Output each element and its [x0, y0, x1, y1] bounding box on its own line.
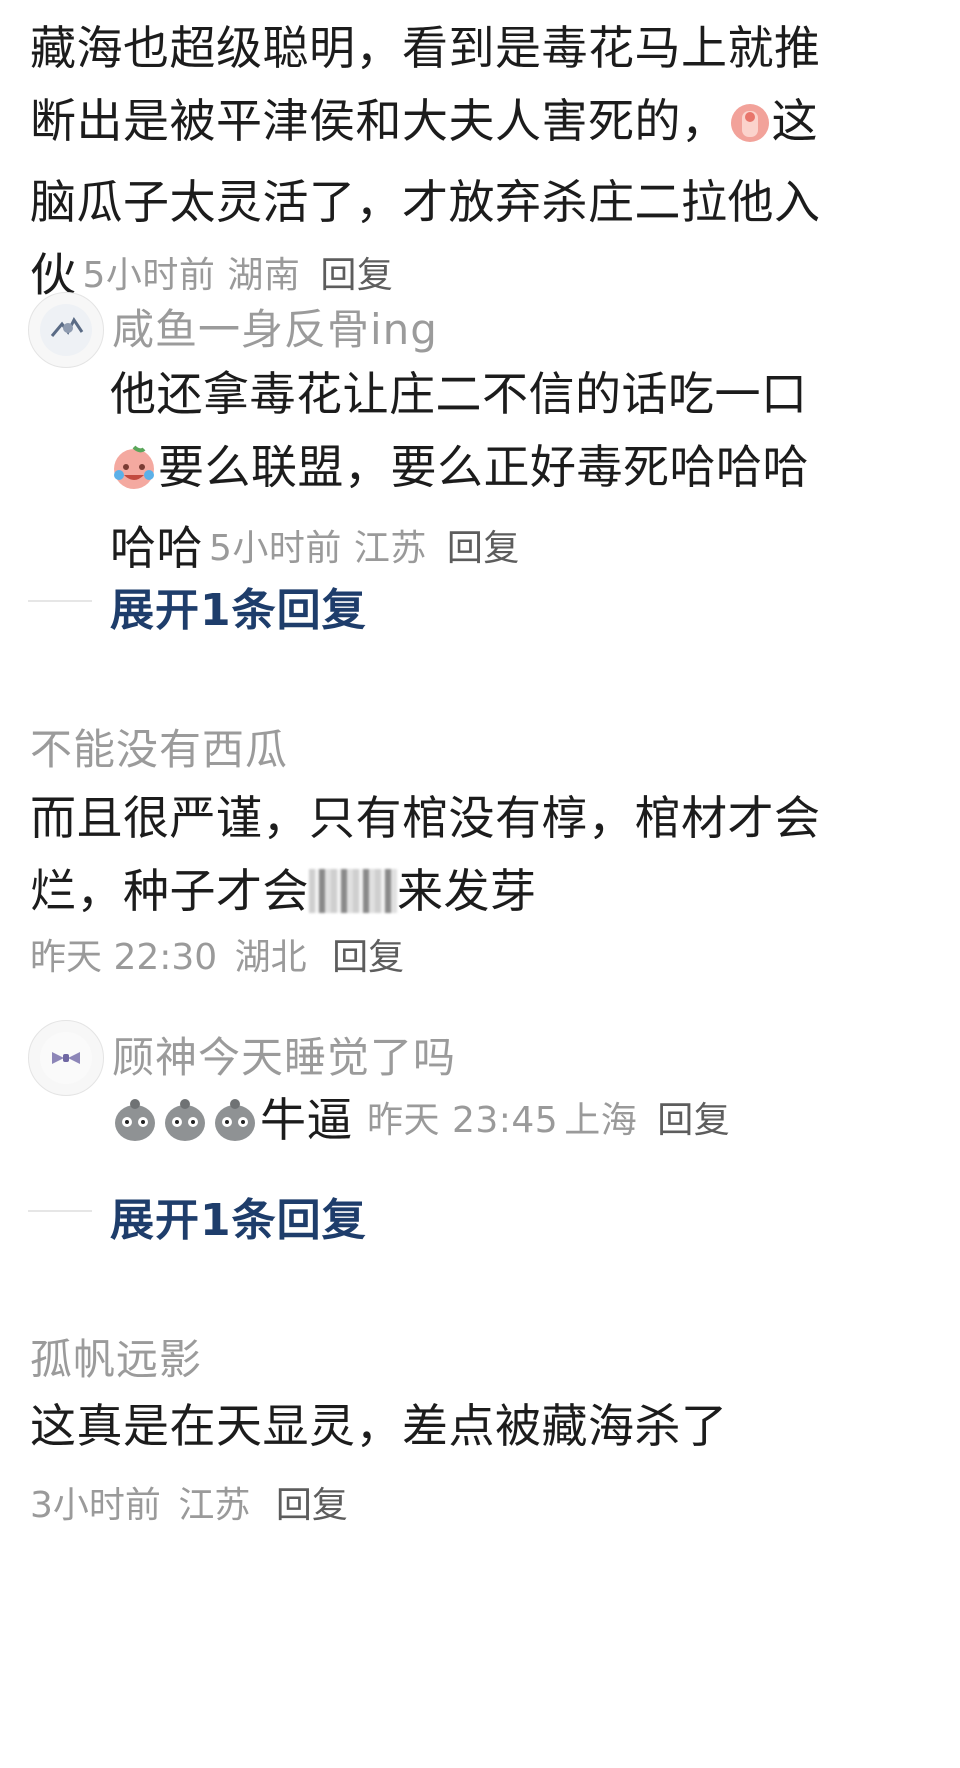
comment-3-text: 这真是在天显灵，差点被藏海杀了 — [30, 1399, 728, 1453]
comment-3-location: 江苏 — [178, 1485, 251, 1526]
bow-avatar-icon — [40, 1032, 92, 1084]
reply-2-username[interactable]: 顾神今天睡觉了吗 — [112, 1024, 456, 1085]
divider — [28, 600, 92, 602]
comment-3-reply-button[interactable]: 回复 — [276, 1485, 348, 1526]
reply-2-text: 牛逼 昨天 23:45 上海 回复 — [110, 1084, 930, 1165]
redacted-text — [309, 869, 397, 913]
floral-avatar-icon — [40, 304, 92, 356]
comment-2-meta: 昨天 22:30 湖北 回复 — [30, 928, 404, 980]
grey-face-icon — [210, 1092, 260, 1165]
comment-2-reply-button[interactable]: 回复 — [332, 937, 404, 978]
reply-2-location: 上海 — [564, 1100, 638, 1141]
crying-laughing-face-icon — [110, 439, 158, 512]
reply-1-text: 他还拿毒花让庄二不信的话吃一口 要么联盟，要么正好毒死哈哈哈 哈哈 5小时前 江苏回… — [110, 367, 809, 575]
reply-1-location: 江苏 — [353, 528, 427, 569]
avatar[interactable] — [28, 1020, 104, 1096]
comment-1-location: 湖南 — [227, 255, 301, 296]
grey-face-icon — [110, 1092, 160, 1165]
reply-1-time: 5小时前 — [209, 528, 342, 569]
reply-2-time: 昨天 23:45 — [367, 1100, 559, 1141]
comment-3-meta: 3小时前 江苏 回复 — [30, 1476, 348, 1528]
comment-3-time: 3小时前 — [30, 1485, 161, 1526]
comment-3-username[interactable]: 孤帆远影 — [30, 1326, 202, 1387]
comment-1-text: 藏海也超级聪明，看到是毒花马上就推 断出是被平津侯和大夫人害死的，这 脑瓜子太灵… — [30, 21, 821, 302]
reply-1-reply-button[interactable]: 回复 — [447, 528, 520, 569]
comment-2-username[interactable]: 不能没有西瓜 — [30, 716, 288, 777]
comment-1-time: 5小时前 — [82, 255, 216, 296]
grey-face-icon — [160, 1092, 210, 1165]
comment-1-reply-button[interactable]: 回复 — [320, 255, 393, 296]
reply-1-username[interactable]: 咸鱼一身反骨ing — [112, 296, 438, 357]
comment-2-text: 而且很严谨，只有棺没有椁，棺材才会 烂，种子才会 来发芽 — [30, 791, 821, 918]
reply-2-reply-button[interactable]: 回复 — [657, 1100, 730, 1141]
divider — [28, 1210, 92, 1212]
avatar[interactable] — [28, 292, 104, 368]
expand-replies-button[interactable]: 展开1条回复 — [110, 574, 367, 638]
comment-2-time: 昨天 22:30 — [30, 937, 218, 978]
thumbs-up-icon — [728, 93, 772, 166]
expand-replies-button[interactable]: 展开1条回复 — [110, 1184, 367, 1248]
comment-2-location: 湖北 — [234, 937, 307, 978]
